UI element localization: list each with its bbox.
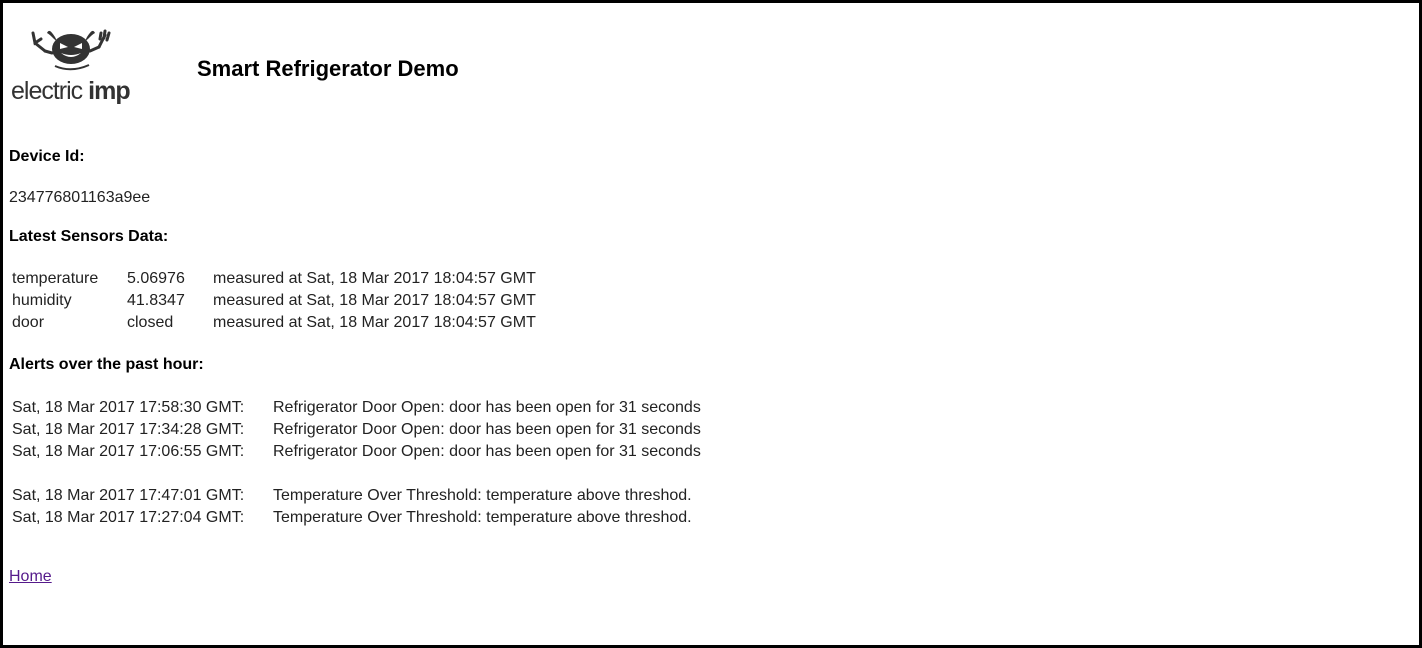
sensor-row-temperature: temperature 5.06976 measured at Sat, 18 …	[12, 268, 536, 290]
sensor-value: 41.8347	[127, 292, 185, 309]
alert-row: Sat, 18 Mar 2017 17:58:30 GMT: Refrigera…	[12, 397, 701, 419]
device-id-value: 234776801163a9ee	[9, 189, 151, 206]
page-header: electric imp Smart Refrigerator Demo	[9, 27, 1409, 107]
alert-message: Refrigerator Door Open: door has been op…	[273, 421, 701, 438]
alert-time: Sat, 18 Mar 2017 17:27:04 GMT:	[12, 509, 245, 526]
sensor-name: temperature	[12, 270, 99, 287]
alert-time: Sat, 18 Mar 2017 17:58:30 GMT:	[12, 399, 245, 416]
sensors-table: temperature 5.06976 measured at Sat, 18 …	[9, 268, 539, 334]
electric-imp-logo: electric imp	[11, 29, 141, 105]
alert-message: Refrigerator Door Open: door has been op…	[273, 399, 701, 416]
home-link[interactable]: Home	[9, 568, 52, 586]
sensor-measured: measured at Sat, 18 Mar 2017 18:04:57 GM…	[213, 314, 536, 331]
sensor-row-humidity: humidity 41.8347 measured at Sat, 18 Mar…	[12, 290, 536, 312]
alert-row: Sat, 18 Mar 2017 17:27:04 GMT: Temperatu…	[12, 507, 701, 529]
sensor-name: humidity	[12, 292, 72, 309]
page-title: Smart Refrigerator Demo	[197, 56, 459, 81]
alert-time: Sat, 18 Mar 2017 17:06:55 GMT:	[12, 443, 245, 460]
alert-time: Sat, 18 Mar 2017 17:34:28 GMT:	[12, 421, 245, 438]
spacer-cell	[273, 463, 701, 485]
sensor-value: 5.06976	[127, 270, 185, 287]
device-id-label: Device Id:	[9, 148, 85, 165]
alert-row: Sat, 18 Mar 2017 17:06:55 GMT: Refrigera…	[12, 441, 701, 463]
sensor-name: door	[12, 314, 45, 331]
logo-word-imp: imp	[88, 77, 130, 105]
alerts-label: Alerts over the past hour:	[9, 356, 204, 373]
alert-row: Sat, 18 Mar 2017 17:34:28 GMT: Refrigera…	[12, 419, 701, 441]
alerts-table: Sat, 18 Mar 2017 17:58:30 GMT: Refrigera…	[9, 397, 704, 529]
spacer-cell	[12, 463, 270, 485]
imp-devil-icon	[31, 29, 111, 71]
alert-message: Temperature Over Threshold: temperature …	[273, 509, 692, 526]
alert-row: Sat, 18 Mar 2017 17:47:01 GMT: Temperatu…	[12, 485, 701, 507]
sensors-label: Latest Sensors Data:	[9, 228, 169, 245]
alert-message: Refrigerator Door Open: door has been op…	[273, 443, 701, 460]
page-content: electric imp Smart Refrigerator Demo Dev…	[9, 27, 1409, 585]
logo-wordmark: electric imp	[11, 77, 131, 106]
sensor-row-door: door closed measured at Sat, 18 Mar 2017…	[12, 312, 536, 334]
logo-word-electric: electric	[11, 77, 83, 105]
sensor-measured: measured at Sat, 18 Mar 2017 18:04:57 GM…	[213, 292, 536, 309]
sensor-measured: measured at Sat, 18 Mar 2017 18:04:57 GM…	[213, 270, 536, 287]
alert-message: Temperature Over Threshold: temperature …	[273, 487, 692, 504]
sensor-value: closed	[127, 314, 174, 331]
alert-time: Sat, 18 Mar 2017 17:47:01 GMT:	[12, 487, 245, 504]
alert-group-spacer	[12, 463, 701, 485]
